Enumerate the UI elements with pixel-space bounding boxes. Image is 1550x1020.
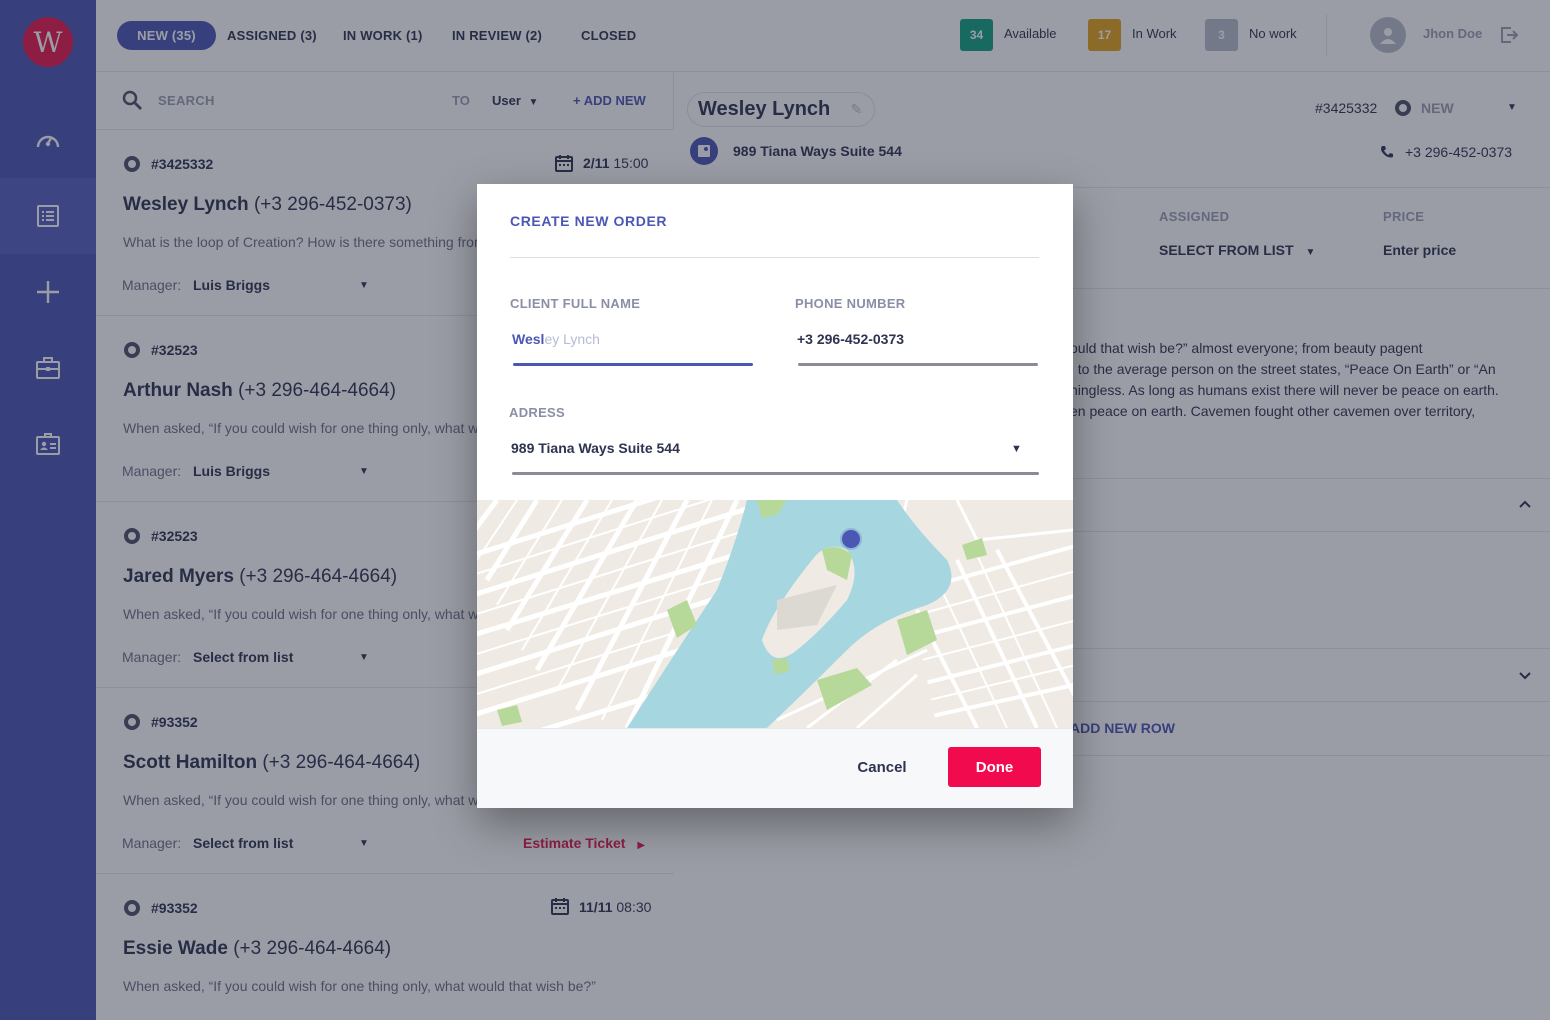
address-underline [512, 472, 1039, 475]
client-name-label: CLIENT FULL NAME [510, 296, 641, 311]
client-name-underline [513, 363, 753, 366]
address-select[interactable]: 989 Tiana Ways Suite 544 [511, 440, 1011, 456]
chevron-down-icon[interactable]: ▼ [1011, 443, 1022, 455]
phone-number-label: PHONE NUMBER [795, 296, 906, 311]
create-order-modal: CREATE NEW ORDER CLIENT FULL NAME Wesley… [477, 184, 1073, 808]
address-label: ADRESS [509, 405, 565, 420]
address-map[interactable] [477, 500, 1073, 728]
done-button[interactable]: Done [948, 747, 1041, 787]
client-name-input[interactable]: Wesley Lynch [512, 331, 752, 347]
phone-number-input[interactable]: +3 296-452-0373 [797, 331, 1037, 347]
cancel-button[interactable]: Cancel [837, 747, 927, 787]
modal-footer: Cancel Done [477, 728, 1073, 808]
phone-number-underline [798, 363, 1038, 366]
modal-divider [510, 257, 1039, 258]
map-view [477, 500, 1073, 728]
modal-title: CREATE NEW ORDER [510, 213, 668, 229]
